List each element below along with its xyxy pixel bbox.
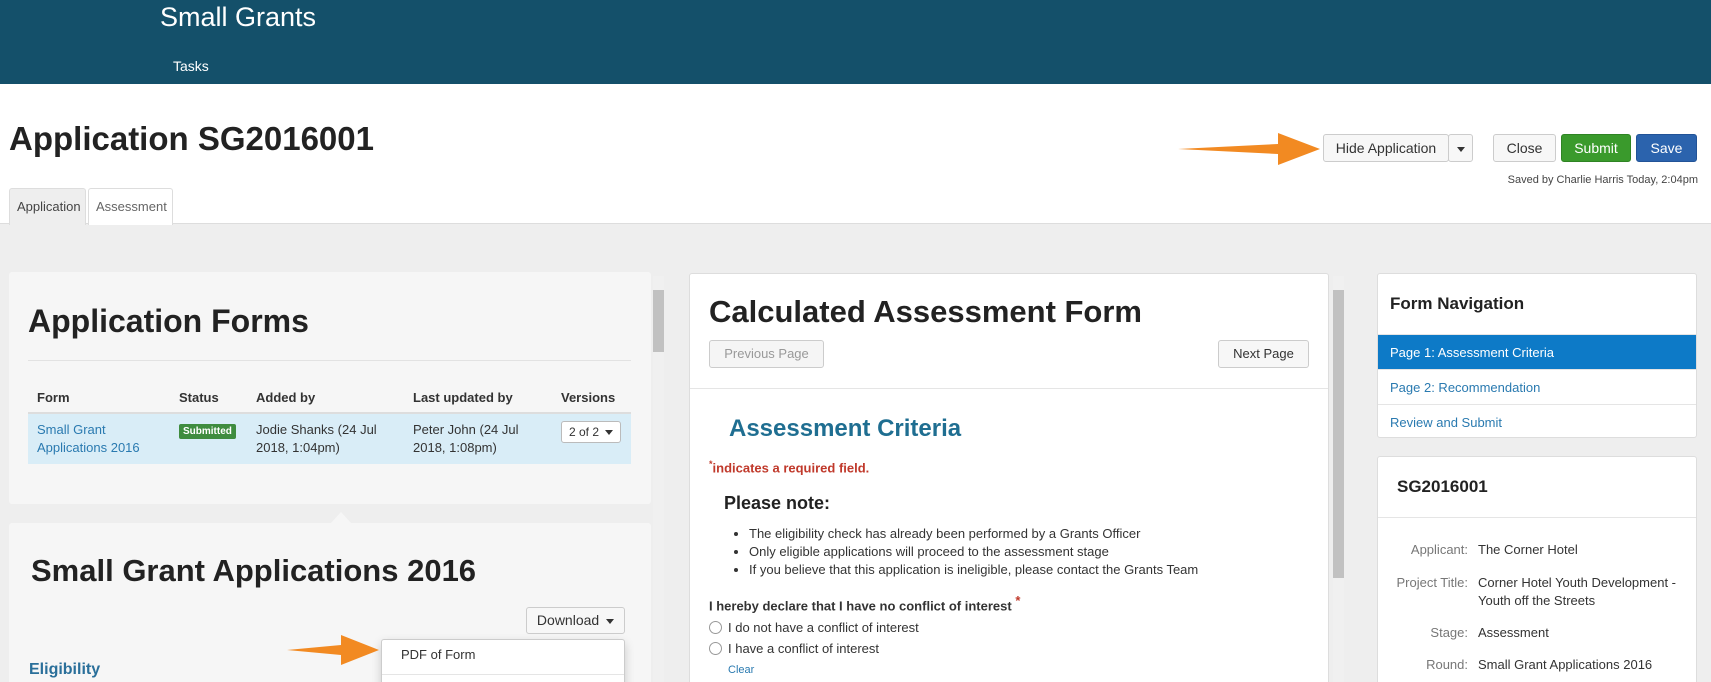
assessment-criteria-heading: Assessment Criteria	[729, 415, 962, 442]
list-item: If you believe that this application is …	[749, 561, 1198, 579]
list-item: Only eligible applications will proceed …	[749, 543, 1198, 561]
required-note-text: indicates a required field.	[712, 460, 870, 476]
assessment-form-title: Calculated Assessment Form	[709, 294, 1143, 329]
middle-scrollbar-thumb[interactable]	[1333, 290, 1344, 578]
close-button[interactable]: Close	[1493, 134, 1556, 162]
detail-label: Project Title:	[1396, 575, 1468, 590]
please-note-heading: Please note:	[724, 493, 831, 513]
page-title: Application SG2016001	[9, 120, 374, 157]
tab-application[interactable]: Application	[9, 188, 86, 225]
radio-button[interactable]	[709, 642, 722, 655]
form-detail-heading: Small Grant Applications 2016	[31, 553, 477, 588]
col-form: Form	[28, 383, 170, 414]
clear-link[interactable]: Clear	[728, 664, 754, 676]
versions-value: 2 of 2	[569, 425, 600, 439]
previous-page-button[interactable]: Previous Page	[709, 340, 824, 368]
notes-list: The eligibility check has already been p…	[749, 525, 1198, 579]
submit-button[interactable]: Submit	[1561, 134, 1631, 162]
divider	[690, 388, 1328, 389]
detail-value: Corner Hotel Youth Development - Youth o…	[1478, 575, 1677, 608]
application-forms-heading: Application Forms	[28, 303, 309, 339]
list-item: The eligibility check has already been p…	[749, 525, 1198, 543]
col-status: Status	[170, 383, 247, 414]
required-field-note: *indicates a required field.	[709, 459, 869, 475]
summary-panel: SG2016001 Applicant: The Corner Hotel Pr…	[1377, 456, 1697, 682]
app-title[interactable]: Small Grants	[160, 2, 316, 33]
pdf-of-form-menu-item[interactable]: PDF of Form	[401, 647, 475, 662]
form-navigation-panel: Form Navigation Page 1: Assessment Crite…	[1377, 273, 1697, 438]
menu-divider	[382, 674, 624, 675]
conflict-question: I hereby declare that I have no conflict…	[709, 593, 1020, 613]
col-versions: Versions	[552, 383, 631, 414]
next-page-button[interactable]: Next Page	[1218, 340, 1309, 368]
detail-value: Small Grant Applications 2016	[1478, 657, 1653, 672]
col-added-by: Added by	[247, 383, 404, 414]
arrow-pointer-icon	[287, 635, 379, 665]
application-forms-table: Form Status Added by Last updated by Ver…	[28, 383, 631, 464]
download-label: Download	[536, 612, 600, 628]
table-row: Small Grant Applications 2016 Submitted …	[28, 413, 631, 464]
conflict-question-text: I hereby declare that I have no conflict…	[709, 598, 1012, 614]
form-link[interactable]: Small Grant Applications 2016	[37, 422, 140, 455]
saved-status: Saved by Charlie Harris Today, 2:04pm	[1507, 174, 1698, 186]
option-no-conflict[interactable]: I do not have a conflict of interest	[709, 620, 919, 635]
radio-button[interactable]	[709, 621, 722, 634]
caret-down-icon	[1456, 146, 1465, 152]
detail-label: Round:	[1426, 657, 1468, 672]
nav-tasks[interactable]: Tasks	[173, 58, 209, 74]
left-scrollbar-thumb[interactable]	[653, 290, 664, 352]
divider	[1378, 517, 1696, 518]
detail-value: Assessment	[1478, 625, 1549, 640]
nav-item-page-2[interactable]: Page 2: Recommendation	[1378, 369, 1696, 404]
caret-down-icon	[606, 618, 615, 624]
arrow-pointer-icon	[1178, 133, 1320, 165]
hide-application-button[interactable]: Hide Application	[1323, 134, 1449, 162]
detail-label: Applicant:	[1410, 542, 1468, 557]
download-menu: PDF of Form	[381, 639, 625, 682]
nav-item-page-1[interactable]: Page 1: Assessment Criteria	[1378, 334, 1696, 369]
required-mark: *	[1015, 593, 1021, 608]
pointer-notch	[330, 512, 352, 524]
nav-item-review-submit[interactable]: Review and Submit	[1378, 404, 1696, 439]
detail-label: Stage:	[1430, 625, 1468, 640]
caret-down-icon	[605, 430, 614, 436]
app-header: Small Grants Tasks	[0, 0, 1711, 84]
eligibility-section-title[interactable]: Eligibility	[29, 661, 100, 679]
option-has-conflict[interactable]: I have a conflict of interest	[709, 641, 879, 656]
col-updated-by: Last updated by	[404, 383, 552, 414]
added-by-cell: Jodie Shanks (24 Jul 2018, 1:04pm)	[247, 413, 404, 464]
versions-dropdown[interactable]: 2 of 2	[561, 421, 622, 443]
form-navigation-heading: Form Navigation	[1390, 294, 1525, 313]
download-button[interactable]: Download	[526, 607, 625, 634]
status-badge: Submitted	[179, 424, 236, 439]
summary-id: SG2016001	[1397, 477, 1488, 496]
option-label: I do not have a conflict of interest	[728, 620, 919, 635]
updated-by-cell: Peter John (24 Jul 2018, 1:08pm)	[404, 413, 552, 464]
tab-assessment[interactable]: Assessment	[88, 188, 173, 225]
hide-application-dropdown-button[interactable]	[1448, 134, 1473, 162]
detail-value: The Corner Hotel	[1478, 542, 1578, 557]
option-label: I have a conflict of interest	[728, 641, 880, 656]
divider	[28, 360, 631, 361]
save-button[interactable]: Save	[1636, 134, 1697, 162]
